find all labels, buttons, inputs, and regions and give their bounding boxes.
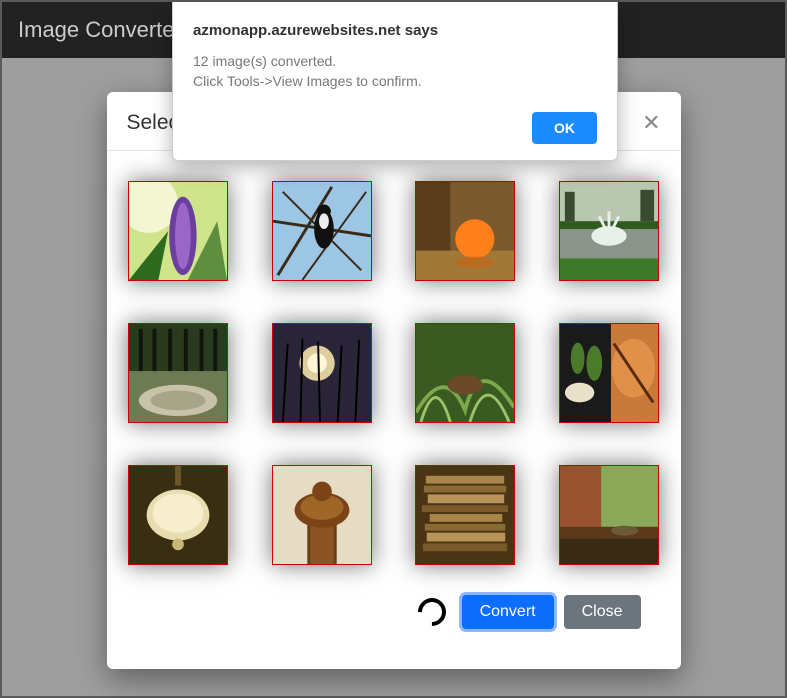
fountain-icon bbox=[560, 182, 658, 280]
image-thumbnail[interactable] bbox=[415, 323, 515, 423]
image-thumbnail[interactable] bbox=[272, 181, 372, 281]
image-thumbnail[interactable] bbox=[272, 465, 372, 565]
alert-actions: OK bbox=[193, 112, 597, 144]
alert-line1: 12 image(s) converted. bbox=[193, 53, 336, 69]
image-thumbnail[interactable] bbox=[559, 465, 659, 565]
flower-icon bbox=[129, 182, 227, 280]
image-thumbnail[interactable] bbox=[559, 323, 659, 423]
image-thumbnail[interactable] bbox=[128, 181, 228, 281]
wood-finial-icon bbox=[273, 466, 371, 564]
modal-footer: Convert Close bbox=[127, 595, 661, 649]
alert-message: 12 image(s) converted. Click Tools->View… bbox=[193, 51, 597, 92]
grass-closeup-icon bbox=[416, 324, 514, 422]
thumbnail-grid bbox=[127, 181, 661, 565]
image-thumbnail[interactable] bbox=[128, 323, 228, 423]
image-thumbnail[interactable] bbox=[415, 465, 515, 565]
stacked-books-icon bbox=[416, 466, 514, 564]
loading-spinner-icon bbox=[412, 592, 452, 632]
alert-line2: Click Tools->View Images to confirm. bbox=[193, 73, 422, 89]
orange-fruit-icon bbox=[416, 182, 514, 280]
lizard-ledge-icon bbox=[560, 466, 658, 564]
lamp-icon bbox=[129, 466, 227, 564]
image-thumbnail[interactable] bbox=[559, 181, 659, 281]
modal-body: Convert Close bbox=[107, 151, 681, 669]
forest-icon bbox=[129, 324, 227, 422]
bird-icon bbox=[273, 182, 371, 280]
food-plate-icon bbox=[560, 324, 658, 422]
image-thumbnail[interactable] bbox=[415, 181, 515, 281]
select-images-modal: Select Images to Convert ✕ bbox=[107, 92, 681, 669]
app-brand: Image Converter bbox=[18, 17, 182, 43]
convert-button[interactable]: Convert bbox=[462, 595, 554, 629]
close-button[interactable]: Close bbox=[564, 595, 641, 629]
alert-source-label: azmonapp.azurewebsites.net says bbox=[193, 22, 597, 39]
image-thumbnail[interactable] bbox=[128, 465, 228, 565]
image-thumbnail[interactable] bbox=[272, 323, 372, 423]
alert-ok-button[interactable]: OK bbox=[532, 112, 597, 144]
sunset-reeds-icon bbox=[273, 324, 371, 422]
modal-close-button[interactable]: ✕ bbox=[642, 110, 660, 136]
browser-alert-dialog: azmonapp.azurewebsites.net says 12 image… bbox=[172, 2, 618, 161]
